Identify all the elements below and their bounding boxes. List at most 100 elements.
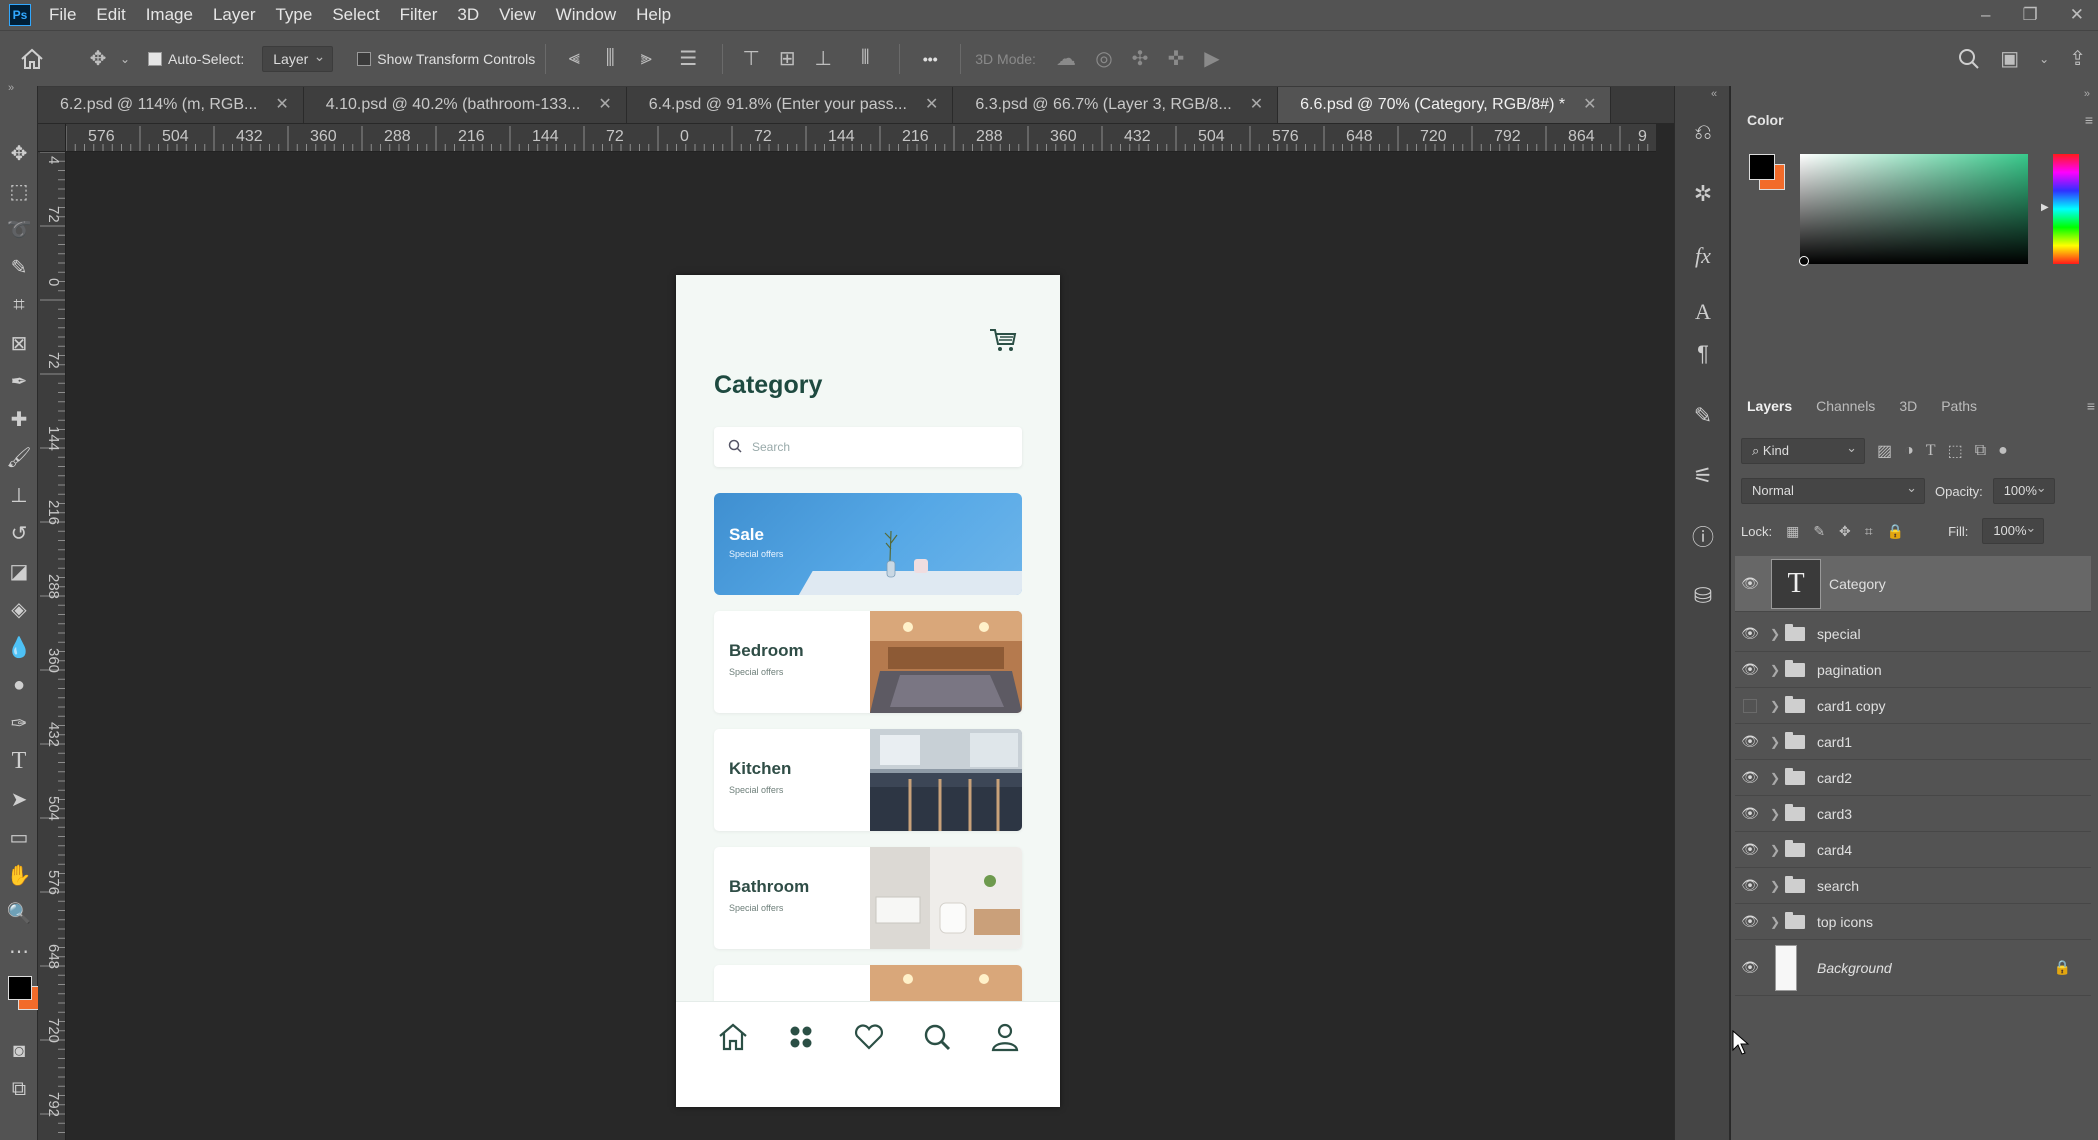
- dodge-tool-icon[interactable]: ●: [0, 666, 38, 704]
- restore-button[interactable]: ❐: [2023, 5, 2038, 25]
- smart-object-filter-icon[interactable]: ⧉: [1975, 442, 1986, 460]
- eyedropper-tool-icon[interactable]: ✒: [0, 362, 38, 400]
- menu-help[interactable]: Help: [626, 0, 681, 30]
- fill-input[interactable]: 100%: [1982, 516, 2045, 544]
- hue-slider-handle[interactable]: ▶: [2041, 202, 2049, 213]
- path-select-icon[interactable]: ➤: [0, 780, 38, 818]
- collapse-icon[interactable]: «: [1711, 88, 1717, 100]
- chevron-down-icon[interactable]: ⌄: [2039, 52, 2049, 66]
- minimize-button[interactable]: –: [1981, 5, 1990, 25]
- chevron-right-icon[interactable]: ❯: [1765, 699, 1785, 713]
- menu-select[interactable]: Select: [322, 0, 389, 30]
- close-icon[interactable]: ✕: [598, 96, 611, 113]
- foreground-color-swatch[interactable]: [1749, 154, 1775, 180]
- lasso-tool-icon[interactable]: ➰: [0, 210, 38, 248]
- tab-document[interactable]: 6.4.psd @ 91.8% (Enter your pass... ✕: [626, 87, 954, 123]
- lock-position-icon[interactable]: ✥: [1839, 523, 1851, 540]
- close-icon[interactable]: ✕: [275, 96, 288, 113]
- chevron-right-icon[interactable]: ❯: [1765, 663, 1785, 677]
- hand-tool-icon[interactable]: ✋: [0, 856, 38, 894]
- 3d-drag-icon[interactable]: ✣: [1122, 46, 1158, 71]
- workspace-icon[interactable]: ▣: [2000, 46, 2019, 71]
- eye-icon[interactable]: 👁: [1735, 877, 1765, 894]
- info-icon[interactable]: ⓘ: [1675, 516, 1731, 556]
- eye-icon[interactable]: 👁: [1735, 841, 1765, 858]
- history-panel-icon[interactable]: ⎌: [1675, 112, 1731, 152]
- document-canvas[interactable]: Category Search Sale Special offers Bedr…: [676, 275, 1060, 1107]
- eye-icon[interactable]: 👁: [1735, 769, 1765, 786]
- layer-row-card1[interactable]: 👁 ❯ card1: [1735, 724, 2091, 760]
- filter-toggle-icon[interactable]: ●: [1998, 442, 2008, 460]
- chevron-right-icon[interactable]: ❯: [1765, 627, 1785, 641]
- marquee-tool-icon[interactable]: ⬚: [0, 172, 38, 210]
- menu-view[interactable]: View: [489, 0, 546, 30]
- share-icon[interactable]: ⇪: [2069, 46, 2086, 71]
- align-bottom-icon[interactable]: ⊥: [805, 46, 841, 71]
- styles-fx-icon[interactable]: fx: [1675, 236, 1731, 276]
- auto-select-dropdown[interactable]: Layer: [262, 44, 334, 72]
- tab-document-active[interactable]: 6.6.psd @ 70% (Category, RGB/8#) * ✕: [1278, 87, 1612, 123]
- pen-tool-icon[interactable]: ✑: [0, 704, 38, 742]
- brush-tool-icon[interactable]: 🖌: [0, 438, 38, 476]
- menu-file[interactable]: File: [39, 0, 86, 30]
- color-field[interactable]: [1800, 154, 2028, 264]
- layer-row-card4[interactable]: 👁 ❯ card4: [1735, 832, 2091, 868]
- collapse-icon[interactable]: »: [0, 83, 37, 96]
- 3d-roll-icon[interactable]: ◎: [1086, 46, 1122, 71]
- close-icon[interactable]: ✕: [1583, 96, 1596, 113]
- adjustment-filter-icon[interactable]: ◑: [1904, 442, 1914, 460]
- stamp-tool-icon[interactable]: ⊥: [0, 476, 38, 514]
- eye-icon[interactable]: 👁: [1735, 959, 1765, 976]
- show-transform-checkbox[interactable]: Show Transform Controls: [357, 51, 535, 67]
- vertical-ruler[interactable]: 4 72 0 72 144 216 288 360 432 504 576 64…: [38, 152, 66, 1140]
- home-icon[interactable]: [10, 48, 54, 70]
- lock-transparency-icon[interactable]: ▦: [1786, 523, 1799, 540]
- paragraph-panel-icon[interactable]: ¶: [1675, 334, 1731, 374]
- rectangle-tool-icon[interactable]: ▭: [0, 818, 38, 856]
- layer-row-pagination[interactable]: 👁 ❯ pagination: [1735, 652, 2091, 688]
- color-swatches[interactable]: [0, 970, 42, 1032]
- menu-edit[interactable]: Edit: [86, 0, 135, 30]
- move-tool-icon[interactable]: ✥: [78, 46, 118, 71]
- crop-tool-icon[interactable]: ⌗: [0, 286, 38, 324]
- horizontal-ruler[interactable]: 576 504 432 360 288 216 144 72 0 72 144 …: [66, 124, 1656, 152]
- more-tools-icon[interactable]: ⋯: [0, 932, 38, 970]
- align-center-icon[interactable]: ⫼: [592, 47, 628, 70]
- kind-filter-dropdown[interactable]: ⌕ Kind: [1741, 436, 1865, 464]
- ruler-origin[interactable]: [38, 124, 66, 152]
- chevron-right-icon[interactable]: ❯: [1765, 807, 1785, 821]
- tab-document[interactable]: 6.2.psd @ 114% (m, RGB... ✕: [38, 87, 304, 123]
- menu-layer[interactable]: Layer: [203, 0, 266, 30]
- layer-row-search[interactable]: 👁 ❯ search: [1735, 868, 2091, 904]
- quick-select-tool-icon[interactable]: ✎: [0, 248, 38, 286]
- layer-row-card1-copy[interactable]: ❯ card1 copy: [1735, 688, 2091, 724]
- chevron-right-icon[interactable]: ❯: [1765, 735, 1785, 749]
- tab-document[interactable]: 6.3.psd @ 66.7% (Layer 3, RGB/8... ✕: [953, 87, 1279, 123]
- type-tool-icon[interactable]: T: [0, 742, 38, 780]
- align-right-icon[interactable]: ⫸: [628, 47, 664, 70]
- history-brush-icon[interactable]: ↺: [0, 514, 38, 552]
- auto-select-checkbox[interactable]: Auto-Select:: [148, 51, 244, 67]
- type-filter-icon[interactable]: T: [1926, 442, 1936, 460]
- zoom-tool-icon[interactable]: 🔍: [0, 894, 38, 932]
- menu-window[interactable]: Window: [546, 0, 626, 30]
- chevron-right-icon[interactable]: ❯: [1765, 843, 1785, 857]
- blur-tool-icon[interactable]: 💧: [0, 628, 38, 666]
- libraries-icon[interactable]: ⛁: [1675, 576, 1731, 616]
- eye-icon[interactable]: 👁: [1735, 913, 1765, 930]
- layer-row-card2[interactable]: 👁 ❯ card2: [1735, 760, 2091, 796]
- align-left-icon[interactable]: ⫷: [556, 47, 592, 70]
- chevron-right-icon[interactable]: ❯: [1765, 879, 1785, 893]
- screen-mode-icon[interactable]: ⧉: [0, 1070, 38, 1108]
- frame-tool-icon[interactable]: ⊠: [0, 324, 38, 362]
- layer-row-card3[interactable]: 👁 ❯ card3: [1735, 796, 2091, 832]
- menu-type[interactable]: Type: [265, 0, 322, 30]
- eye-icon[interactable]: 👁: [1735, 661, 1765, 678]
- eye-icon[interactable]: 👁: [1735, 575, 1765, 592]
- menu-3d[interactable]: 3D: [447, 0, 489, 30]
- properties-panel-icon[interactable]: ⚟: [1675, 456, 1731, 496]
- layer-row-special[interactable]: 👁 ❯ special: [1735, 616, 2091, 652]
- eraser-tool-icon[interactable]: ◪: [0, 552, 38, 590]
- character-panel-icon[interactable]: A: [1675, 292, 1731, 332]
- tab-paths[interactable]: Paths: [1941, 398, 1977, 414]
